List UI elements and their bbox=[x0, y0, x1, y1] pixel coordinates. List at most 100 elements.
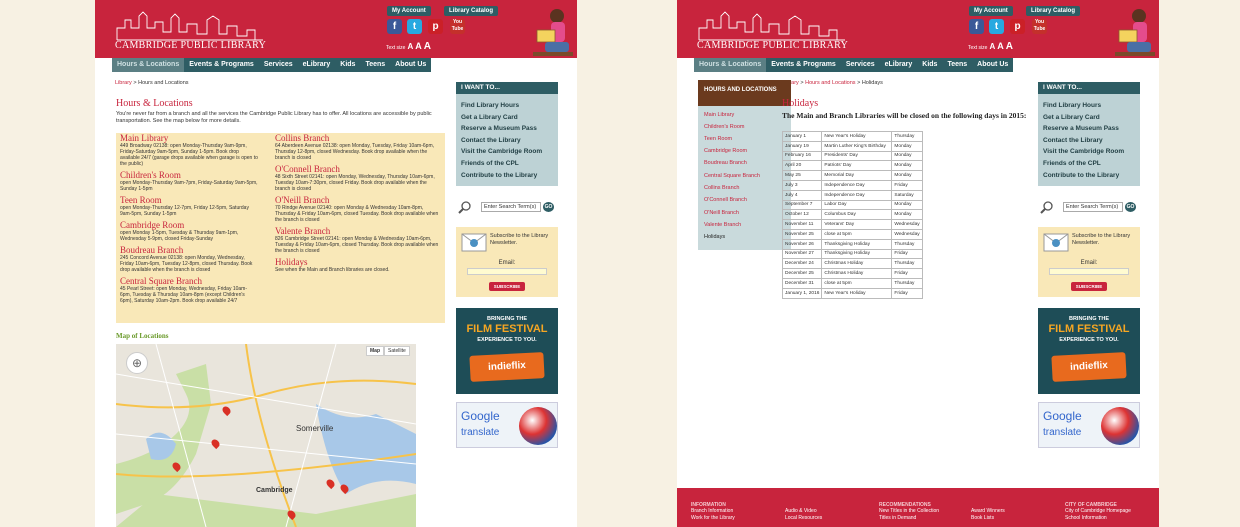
nav-events-programs[interactable]: Events & Programs bbox=[184, 58, 259, 72]
search-go-button[interactable]: GO bbox=[1125, 202, 1136, 212]
nav-teens[interactable]: Teens bbox=[942, 58, 972, 72]
sidebar-item-library-card[interactable]: Get a Library Card bbox=[456, 112, 558, 124]
search-input[interactable]: Enter Search Term(s) bbox=[481, 202, 541, 212]
facebook-icon[interactable]: f bbox=[387, 19, 402, 34]
text-size-medium[interactable]: A bbox=[415, 41, 422, 51]
footer-link[interactable]: Local Resources bbox=[785, 515, 822, 521]
branch-name[interactable]: Main Library bbox=[120, 133, 258, 143]
text-size-medium[interactable]: A bbox=[997, 41, 1004, 51]
sidebar-item-contact[interactable]: Contact the Library bbox=[456, 135, 558, 147]
map-type-satellite-button[interactable]: Satellite bbox=[384, 346, 410, 356]
library-name[interactable]: CAMBRIDGE PUBLIC LIBRARY bbox=[697, 40, 848, 51]
footer-link[interactable]: Award Winners bbox=[971, 508, 1005, 514]
footer-link[interactable]: City of Cambridge Homepage bbox=[1065, 508, 1131, 514]
menu-item-cambridge-room[interactable]: Cambridge Room bbox=[704, 148, 747, 154]
youtube-icon[interactable]: You Tube bbox=[1032, 19, 1047, 34]
nav-about-us[interactable]: About Us bbox=[972, 58, 1013, 72]
menu-item-oconnell[interactable]: O'Connell Branch bbox=[704, 197, 747, 203]
branch-name[interactable]: Central Square Branch bbox=[120, 276, 258, 286]
text-size-small[interactable]: A bbox=[989, 42, 995, 51]
breadcrumb-library[interactable]: Library bbox=[115, 80, 132, 86]
footer-link[interactable]: School Information bbox=[1065, 515, 1131, 521]
branch-name[interactable]: Holidays bbox=[275, 257, 441, 267]
sidebar-item-museum-pass[interactable]: Reserve a Museum Pass bbox=[1038, 123, 1140, 135]
nav-kids[interactable]: Kids bbox=[917, 58, 942, 72]
search-input[interactable]: Enter Search Term(s) bbox=[1063, 202, 1123, 212]
menu-item-childrens-room[interactable]: Children's Room bbox=[704, 124, 744, 130]
branch-name[interactable]: Teen Room bbox=[120, 195, 258, 205]
library-logo-skyline[interactable] bbox=[115, 8, 265, 42]
sidebar-item-cambridge-room[interactable]: Visit the Cambridge Room bbox=[456, 146, 558, 158]
my-account-button[interactable]: My Account bbox=[387, 6, 431, 16]
footer-link[interactable]: Titles in Demand bbox=[879, 515, 939, 521]
sidebar-item-friends[interactable]: Friends of the CPL bbox=[1038, 158, 1140, 170]
branch-name[interactable]: Boudreau Branch bbox=[120, 245, 258, 255]
nav-elibrary[interactable]: eLibrary bbox=[298, 58, 336, 72]
branch-name[interactable]: Children's Room bbox=[120, 170, 258, 180]
nav-teens[interactable]: Teens bbox=[360, 58, 390, 72]
menu-item-boudreau[interactable]: Boudreau Branch bbox=[704, 160, 747, 166]
nav-hours-locations[interactable]: Hours & Locations bbox=[112, 58, 185, 72]
footer-link[interactable]: New Titles in the Collection bbox=[879, 508, 939, 514]
text-size-large[interactable]: A bbox=[1006, 41, 1013, 52]
menu-item-oneill[interactable]: O'Neill Branch bbox=[704, 210, 739, 216]
text-size-small[interactable]: A bbox=[407, 42, 413, 51]
nav-events-programs[interactable]: Events & Programs bbox=[766, 58, 841, 72]
youtube-icon[interactable]: You Tube bbox=[450, 19, 465, 34]
footer-link[interactable]: Book Lists bbox=[971, 515, 1005, 521]
pinterest-icon[interactable]: p bbox=[1010, 19, 1025, 34]
google-translate-widget[interactable]: Google translate bbox=[1038, 402, 1140, 448]
subscribe-button[interactable]: SUBSCRIBE bbox=[1071, 282, 1107, 291]
email-field[interactable] bbox=[467, 268, 547, 275]
text-size-large[interactable]: A bbox=[424, 41, 431, 52]
library-catalog-button[interactable]: Library Catalog bbox=[1026, 6, 1081, 16]
facebook-icon[interactable]: f bbox=[969, 19, 984, 34]
film-festival-banner[interactable]: BRINGING THE FILM FESTIVAL EXPERIENCE TO… bbox=[456, 308, 558, 394]
menu-item-holidays[interactable]: Holidays bbox=[704, 234, 725, 240]
sidebar-item-friends[interactable]: Friends of the CPL bbox=[456, 158, 558, 170]
branch-name[interactable]: Cambridge Room bbox=[120, 220, 258, 230]
nav-services[interactable]: Services bbox=[259, 58, 298, 72]
nav-hours-locations[interactable]: Hours & Locations bbox=[694, 58, 767, 72]
locations-map[interactable]: ⊕ Map Satellite Somerville Cambridge bbox=[116, 344, 416, 527]
footer-link[interactable]: Audio & Video bbox=[785, 508, 822, 514]
branch-name[interactable]: O'Connell Branch bbox=[275, 164, 441, 174]
sidebar-item-library-card[interactable]: Get a Library Card bbox=[1038, 112, 1140, 124]
nav-about-us[interactable]: About Us bbox=[390, 58, 431, 72]
menu-item-valente[interactable]: Valente Branch bbox=[704, 222, 741, 228]
map-type-map-button[interactable]: Map bbox=[366, 346, 384, 356]
menu-item-teen-room[interactable]: Teen Room bbox=[704, 136, 732, 142]
sidebar-item-contribute[interactable]: Contribute to the Library bbox=[1038, 170, 1140, 182]
branch-name[interactable]: Valente Branch bbox=[275, 226, 441, 236]
google-translate-widget[interactable]: Google translate bbox=[456, 402, 558, 448]
sidebar-item-contact[interactable]: Contact the Library bbox=[1038, 135, 1140, 147]
sidebar-item-contribute[interactable]: Contribute to the Library bbox=[456, 170, 558, 182]
sidebar-item-cambridge-room[interactable]: Visit the Cambridge Room bbox=[1038, 146, 1140, 158]
my-account-button[interactable]: My Account bbox=[969, 6, 1013, 16]
film-festival-banner[interactable]: BRINGING THE FILM FESTIVAL EXPERIENCE TO… bbox=[1038, 308, 1140, 394]
library-logo-skyline[interactable] bbox=[697, 8, 847, 42]
breadcrumb-hours-locations[interactable]: Hours and Locations bbox=[805, 80, 855, 86]
footer-link[interactable]: Work for the Library bbox=[691, 515, 735, 521]
map-canvas[interactable] bbox=[116, 344, 416, 527]
sidebar-item-museum-pass[interactable]: Reserve a Museum Pass bbox=[456, 123, 558, 135]
pinterest-icon[interactable]: p bbox=[428, 19, 443, 34]
menu-item-central-square[interactable]: Central Square Branch bbox=[704, 173, 760, 179]
twitter-icon[interactable]: t bbox=[407, 19, 422, 34]
menu-item-main-library[interactable]: Main Library bbox=[704, 112, 734, 118]
map-zoom-control[interactable]: ⊕ bbox=[126, 352, 148, 374]
search-go-button[interactable]: GO bbox=[543, 202, 554, 212]
nav-services[interactable]: Services bbox=[841, 58, 880, 72]
library-name[interactable]: CAMBRIDGE PUBLIC LIBRARY bbox=[115, 40, 266, 51]
email-field[interactable] bbox=[1049, 268, 1129, 275]
nav-kids[interactable]: Kids bbox=[335, 58, 360, 72]
subscribe-button[interactable]: SUBSCRIBE bbox=[489, 282, 525, 291]
sidebar-item-find-hours[interactable]: Find Library Hours bbox=[456, 100, 558, 112]
twitter-icon[interactable]: t bbox=[989, 19, 1004, 34]
library-catalog-button[interactable]: Library Catalog bbox=[444, 6, 499, 16]
branch-name[interactable]: Collins Branch bbox=[275, 133, 441, 143]
footer-link[interactable]: Branch Information bbox=[691, 508, 735, 514]
menu-item-collins[interactable]: Collins Branch bbox=[704, 185, 739, 191]
sidebar-item-find-hours[interactable]: Find Library Hours bbox=[1038, 100, 1140, 112]
branch-name[interactable]: O'Neill Branch bbox=[275, 195, 441, 205]
